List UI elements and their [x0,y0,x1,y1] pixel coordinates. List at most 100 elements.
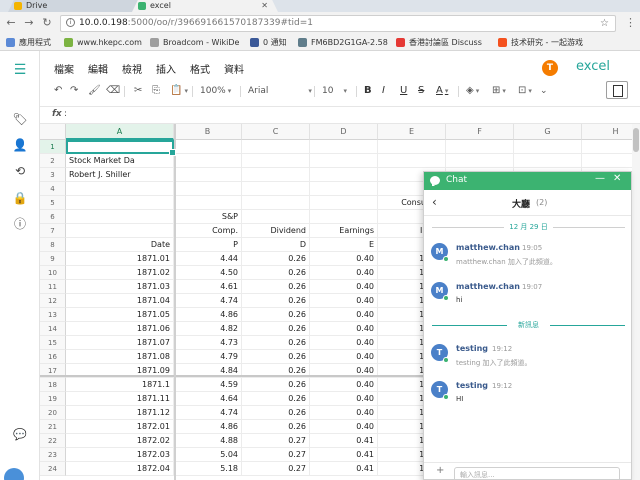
message-author[interactable]: matthew.chan [456,282,520,291]
italic-button[interactable]: I [382,83,385,99]
menu-insert[interactable]: 插入 [156,61,176,76]
row-header[interactable]: 8 [40,238,66,252]
bookmark-hkepc[interactable]: www.hkepc.com [64,36,148,49]
row-header[interactable]: 14 [40,322,66,336]
clear-format-icon[interactable]: ⌫ [106,83,120,99]
menu-data[interactable]: 資料 [224,61,244,76]
row-header[interactable]: 18 [40,378,66,392]
tag-icon[interactable]: 🏷 [10,109,30,129]
cell[interactable]: 0.26 [242,350,310,364]
cell[interactable]: 4.74 [174,406,242,420]
cell[interactable]: 0.40 [310,294,378,308]
lock-icon[interactable]: 🔒 [10,188,30,208]
row-header[interactable]: 12 [40,294,66,308]
cell[interactable]: 0.26 [242,322,310,336]
cut-icon[interactable]: ✂ [134,83,142,99]
row-header[interactable]: 16 [40,350,66,364]
font-size-select[interactable]: 10 ▾ [322,83,347,99]
row-header[interactable]: 4 [40,182,66,196]
more-icon[interactable]: ⌄ [540,83,548,99]
cell[interactable]: Dividend [242,224,310,238]
cell[interactable]: 1871.08 [66,350,174,364]
cell[interactable]: 1871.12 [66,406,174,420]
cell[interactable]: S&P [174,210,242,224]
cell[interactable] [174,168,242,182]
row-header[interactable]: 5 [40,196,66,210]
bookmark-apps[interactable]: 應用程式 [6,36,62,49]
bookmark-fm6[interactable]: FM6BD2G1GA-2.58 [298,36,394,49]
cell[interactable]: 4.44 [174,252,242,266]
row-header[interactable]: 24 [40,462,66,476]
cell[interactable] [242,154,310,168]
fill-color-icon[interactable]: ◈ ▾ [466,83,479,99]
cell[interactable] [378,154,446,168]
cell[interactable]: 1871.01 [66,252,174,266]
cell[interactable]: 0.40 [310,280,378,294]
copy-icon[interactable]: ⎘ [152,83,160,99]
column-header[interactable]: B [174,124,242,140]
cell[interactable]: 1871.1 [66,378,174,392]
star-icon[interactable]: ☆ [600,16,609,31]
row-header[interactable]: 11 [40,280,66,294]
menu-edit[interactable]: 編輯 [88,61,108,76]
cell[interactable]: 0.40 [310,252,378,266]
row-header[interactable]: 19 [40,392,66,406]
bold-button[interactable]: B [364,83,372,99]
add-icon[interactable]: + [436,465,444,476]
cell[interactable]: 0.40 [310,336,378,350]
cell[interactable]: 1872.02 [66,434,174,448]
cell[interactable]: 1871.02 [66,266,174,280]
menu-format[interactable]: 格式 [190,61,210,76]
merge-icon[interactable]: ⊡ ▾ [518,83,532,99]
cell[interactable]: 0.41 [310,462,378,476]
text-color-button[interactable]: A ▾ [436,83,448,99]
cell[interactable]: 1871.06 [66,322,174,336]
cell[interactable]: 0.26 [242,308,310,322]
minimize-icon[interactable]: — [595,173,605,184]
undo-icon[interactable]: ↶ [54,83,62,99]
cell[interactable] [582,154,632,168]
cell[interactable]: 0.40 [310,322,378,336]
cell[interactable] [310,154,378,168]
row-header[interactable]: 21 [40,420,66,434]
info-icon[interactable]: i [66,18,75,27]
cell[interactable]: 0.40 [310,308,378,322]
info-icon[interactable]: ⓘ [10,214,30,234]
cell[interactable]: D [242,238,310,252]
cell[interactable] [514,154,582,168]
cell[interactable]: E [310,238,378,252]
close-icon[interactable]: ✕ [261,0,268,11]
cell[interactable]: 4.88 [174,434,242,448]
cell[interactable] [242,168,310,182]
underline-button[interactable]: U [400,83,407,99]
cell[interactable]: 4.61 [174,280,242,294]
cell[interactable] [310,140,378,154]
row-header[interactable]: 22 [40,434,66,448]
row-header[interactable]: 2 [40,154,66,168]
row-header[interactable]: 1 [40,140,66,154]
back-icon[interactable]: ← [4,16,18,30]
side-panel-toggle[interactable] [606,81,628,99]
url-input[interactable]: i 10.0.0.198:5000/oo/r/39669166157018733… [60,15,616,32]
cell[interactable] [66,196,174,210]
row-header[interactable]: 7 [40,224,66,238]
redo-icon[interactable]: ↷ [70,83,78,99]
vertical-scrollbar[interactable] [632,124,640,480]
cell[interactable] [310,182,378,196]
cell[interactable]: 0.26 [242,378,310,392]
cell[interactable]: 1871.11 [66,392,174,406]
cell[interactable]: 0.41 [310,448,378,462]
cell[interactable]: 0.41 [310,434,378,448]
frozen-columns-divider[interactable] [174,124,176,480]
reload-icon[interactable]: ↻ [40,16,54,30]
cell[interactable]: 1871.07 [66,336,174,350]
column-header[interactable]: D [310,124,378,140]
cell[interactable] [66,182,174,196]
bookmark-broadcom[interactable]: Broadcom - WikiDe [150,36,248,49]
forward-icon[interactable]: → [22,16,36,30]
cell[interactable] [66,224,174,238]
cell[interactable]: Stock Market Da [66,154,174,168]
cell[interactable]: 0.40 [310,406,378,420]
cell[interactable] [446,154,514,168]
cell[interactable]: 0.40 [310,266,378,280]
